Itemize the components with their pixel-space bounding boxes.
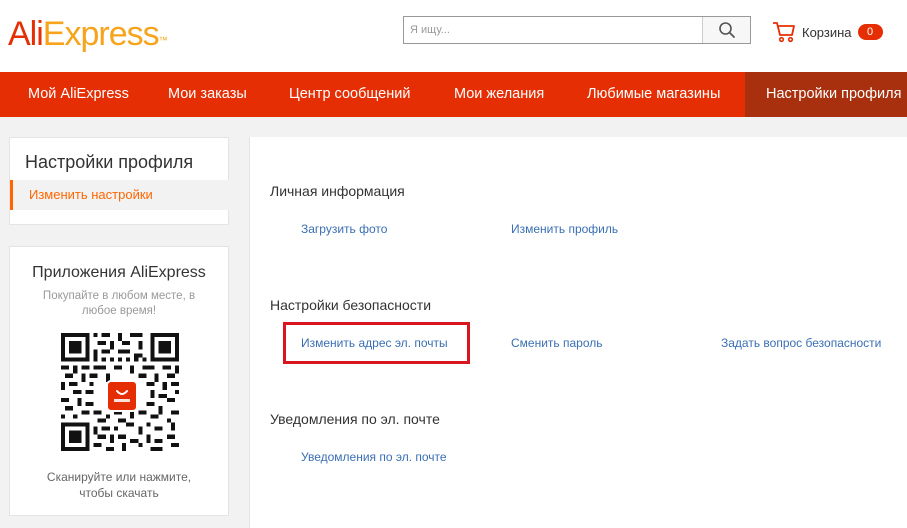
nav-my-aliexpress[interactable]: Мой AliExpress: [28, 72, 129, 117]
section-title-notifications: Уведомления по эл. почте: [270, 411, 440, 427]
search-input[interactable]: [404, 17, 716, 43]
sidebar-item-label: Изменить настройки: [29, 187, 153, 202]
upload-photo-link[interactable]: Загрузить фото: [301, 222, 387, 236]
apps-title: Приложения AliExpress: [32, 264, 206, 281]
search-icon: [718, 22, 735, 38]
email-notifications-link[interactable]: Уведомления по эл. почте: [301, 450, 447, 464]
main-content: Личная информация Загрузить фото Изменит…: [249, 137, 907, 528]
apps-subtitle: Покупайте в любом месте, в любое время!: [42, 290, 196, 317]
nav-favorite-stores[interactable]: Любимые магазины: [587, 72, 720, 117]
logo-express: Express: [42, 15, 160, 53]
header: AliExpress™ Корзина 0: [0, 0, 907, 72]
nav-my-orders[interactable]: Мои заказы: [168, 72, 247, 117]
security-question-link[interactable]: Задать вопрос безопасности: [721, 336, 881, 350]
change-email-link[interactable]: Изменить адрес эл. почты: [301, 336, 448, 350]
search-box: [403, 16, 751, 44]
apps-panel: Приложения AliExpress Покупайте в любом …: [9, 246, 229, 516]
bag-icon: [114, 390, 130, 402]
logo-trademark: ™: [158, 35, 168, 45]
nav-message-center[interactable]: Центр сообщений: [289, 72, 410, 117]
section-title-personal: Личная информация: [270, 183, 405, 199]
section-title-security: Настройки безопасности: [270, 297, 432, 313]
main-nav: Мой AliExpress Мои заказы Центр сообщени…: [0, 72, 907, 117]
sidebar-title: Настройки профиля: [25, 152, 194, 172]
cart-count-badge: 0: [857, 24, 883, 40]
profile-settings-panel: Настройки профиля Изменить настройки: [9, 137, 229, 225]
edit-profile-link[interactable]: Изменить профиль: [511, 222, 618, 236]
apps-caption: Сканируйте или нажмите, чтобы скачать: [46, 470, 192, 500]
aliexpress-logo[interactable]: AliExpress™: [8, 14, 168, 54]
search-button[interactable]: [702, 17, 750, 43]
cart-link[interactable]: Корзина 0: [772, 20, 883, 44]
sidebar-item-edit-settings[interactable]: Изменить настройки: [10, 180, 229, 210]
cart-icon: [773, 22, 795, 43]
logo-ali: Ali: [8, 15, 44, 53]
cart-label: Корзина: [802, 24, 852, 40]
nav-profile-settings[interactable]: Настройки профиля: [745, 72, 907, 117]
nav-wishlist[interactable]: Мои желания: [454, 72, 544, 117]
app-logo-icon: [106, 380, 138, 412]
change-password-link[interactable]: Сменить пароль: [511, 336, 603, 350]
